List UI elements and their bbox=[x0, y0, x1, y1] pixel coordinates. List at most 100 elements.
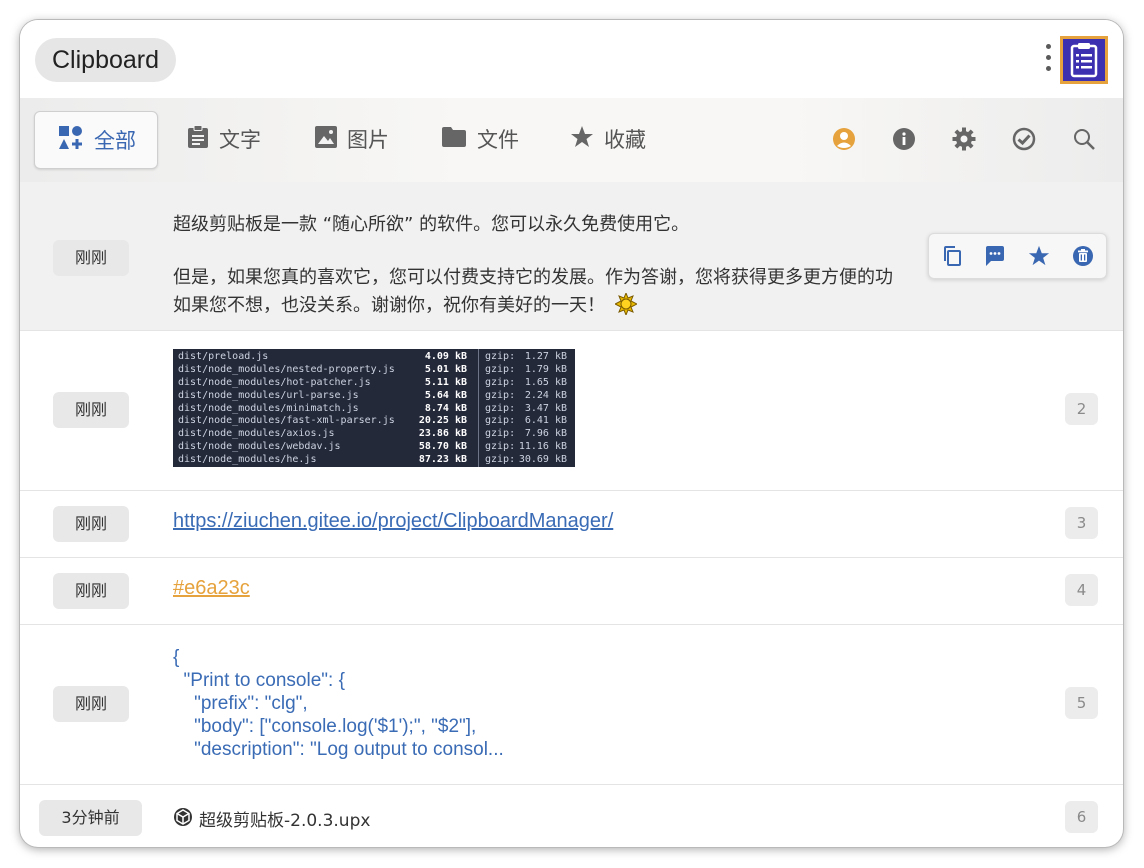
list-item[interactable]: 刚刚 #e6a23c 4 bbox=[20, 557, 1123, 625]
terminal-path: dist/node_modules/fast-xml-parser.js bbox=[178, 415, 395, 427]
tab-label: 文件 bbox=[477, 128, 519, 152]
tab-label: 图片 bbox=[347, 128, 389, 152]
terminal-gzip: gzip: bbox=[485, 441, 516, 453]
tab-all[interactable]: 全部 bbox=[34, 111, 158, 169]
upx-package-icon bbox=[173, 807, 193, 831]
terminal-size: 5.64 kB bbox=[424, 389, 467, 401]
index-badge: 6 bbox=[1065, 801, 1098, 833]
terminal-gsize: 1.65 kB bbox=[524, 376, 567, 388]
list-item[interactable]: 刚刚 https://ziuchen.gitee.io/project/Clip… bbox=[20, 490, 1123, 558]
terminal-gsize: 3.47 kB bbox=[524, 402, 567, 414]
more-vertical-icon[interactable] bbox=[1042, 44, 1054, 78]
index-badge: 2 bbox=[1065, 393, 1098, 425]
text-line: 但是，如果您真的喜欢它，您可以付费支持它的发展。作为答谢，您将获得更多更方便的功 bbox=[173, 267, 893, 288]
terminal-size: 87.23 kB bbox=[418, 454, 467, 466]
terminal-gsize: 7.96 kB bbox=[524, 428, 567, 440]
terminal-size: 23.86 kB bbox=[418, 428, 467, 440]
code-line: "body": ["console.log('$1');", "$2"], bbox=[173, 716, 477, 737]
terminal-line: dist/node_modules/url-parse.js 5.64 kB gzi… bbox=[173, 390, 575, 403]
list-item[interactable]: 刚刚 { "Print to console": { "prefix": "cl… bbox=[20, 624, 1123, 785]
terminal-size: 5.01 kB bbox=[424, 363, 467, 375]
index-badge: 5 bbox=[1065, 687, 1098, 719]
terminal-gsize: 1.27 kB bbox=[524, 351, 567, 362]
check-badge-icon[interactable] bbox=[1012, 127, 1036, 151]
terminal-lines: dist/preload.js 4.09 kB gzip: 1.27 kB dist/n… bbox=[173, 349, 575, 467]
terminal-line: dist/node_modules/minimatch.js 8.74 kB gzi… bbox=[173, 403, 575, 416]
user-icon[interactable] bbox=[832, 127, 856, 151]
image-icon bbox=[315, 125, 347, 153]
time-badge: 刚刚 bbox=[53, 392, 129, 428]
image-thumbnail: dist/preload.js 4.09 kB gzip: 1.27 kB dist/n… bbox=[173, 349, 575, 467]
terminal-gzip: gzip: bbox=[485, 428, 516, 440]
text-line: 超级剪贴板是一款 “随心所欲” 的软件。您可以永久免费使用它。 bbox=[173, 214, 690, 235]
terminal-size: 58.70 kB bbox=[418, 441, 467, 453]
terminal-path: dist/node_modules/minimatch.js bbox=[178, 402, 359, 414]
terminal-line: dist/node_modules/he.js 87.23 kB gzip: 30.6… bbox=[173, 454, 575, 467]
terminal-line: dist/node_modules/hot-patcher.js 5.11 kB g… bbox=[173, 377, 575, 390]
terminal-size: 4.09 kB bbox=[424, 351, 467, 362]
terminal-size: 20.25 kB bbox=[418, 415, 467, 427]
folder-icon bbox=[441, 126, 477, 153]
app-logo-icon[interactable] bbox=[1059, 35, 1109, 85]
terminal-line: dist/node_modules/webdav.js 58.70 kB gzip:… bbox=[173, 441, 575, 454]
index-badge: 4 bbox=[1065, 574, 1098, 606]
terminal-path: dist/node_modules/nested-property.js bbox=[178, 363, 395, 375]
time-badge: 刚刚 bbox=[53, 686, 129, 722]
tab-label: 文字 bbox=[219, 128, 261, 152]
tab-label: 收藏 bbox=[604, 128, 646, 152]
terminal-gzip: gzip: bbox=[485, 351, 516, 362]
terminal-gsize: 30.69 kB bbox=[518, 454, 567, 466]
terminal-path: dist/node_modules/he.js bbox=[178, 454, 317, 466]
terminal-gzip: gzip: bbox=[485, 402, 516, 414]
info-icon[interactable] bbox=[892, 127, 916, 151]
terminal-gzip: gzip: bbox=[485, 389, 516, 401]
index-badge: 3 bbox=[1065, 507, 1098, 539]
tab-label: 全部 bbox=[94, 129, 136, 153]
sun-emoji-icon bbox=[613, 291, 639, 320]
terminal-line: dist/node_modules/nested-property.js 5.01… bbox=[173, 364, 575, 377]
list-item[interactable]: 刚刚 dist/preload.js 4.09 kB gzip: 1.27 kB dis… bbox=[20, 330, 1123, 491]
terminal-gzip: gzip: bbox=[485, 415, 516, 427]
time-badge: 刚刚 bbox=[53, 240, 129, 276]
terminal-gsize: 6.41 kB bbox=[524, 415, 567, 427]
text-span: 如果您不想，也没关系。谢谢你，祝你有美好的一天！ bbox=[173, 295, 605, 316]
star-icon bbox=[570, 125, 604, 154]
code-line: "description": "Log output to consol... bbox=[173, 739, 504, 760]
terminal-gzip: gzip: bbox=[485, 454, 516, 466]
title-bar: Clipboard bbox=[20, 20, 1123, 98]
code-line: { bbox=[173, 647, 180, 668]
terminal-line: dist/node_modules/fast-xml-parser.js 20.2… bbox=[173, 415, 575, 428]
list-item[interactable]: 3分钟前 超级剪贴板-2.0.3.upx 6 bbox=[20, 784, 1123, 847]
star-icon[interactable] bbox=[1028, 245, 1050, 267]
text-line: 如果您不想，也没关系。谢谢你，祝你有美好的一天！ bbox=[173, 291, 893, 320]
tab-text[interactable]: 文字 bbox=[187, 111, 261, 167]
code-line: "prefix": "clg", bbox=[173, 693, 308, 714]
terminal-gzip: gzip: bbox=[485, 376, 516, 388]
terminal-path: dist/node_modules/axios.js bbox=[178, 428, 335, 440]
delete-icon[interactable] bbox=[1072, 245, 1094, 267]
terminal-path: dist/node_modules/webdav.js bbox=[178, 441, 341, 453]
terminal-gsize: 2.24 kB bbox=[524, 389, 567, 401]
tab-favorites[interactable]: 收藏 bbox=[570, 111, 646, 167]
terminal-gsize: 1.79 kB bbox=[524, 363, 567, 375]
tab-files[interactable]: 文件 bbox=[441, 111, 519, 167]
text-content: 超级剪贴板是一款 “随心所欲” 的软件。您可以永久免费使用它。 但是，如果您真的… bbox=[173, 210, 893, 320]
terminal-gsize: 11.16 kB bbox=[518, 441, 567, 453]
gear-icon[interactable] bbox=[952, 127, 976, 151]
app-title: Clipboard bbox=[35, 38, 177, 82]
file-name: 超级剪贴板-2.0.3.upx bbox=[199, 811, 371, 831]
search-icon[interactable] bbox=[1072, 127, 1096, 151]
terminal-path: dist/node_modules/url-parse.js bbox=[178, 389, 359, 401]
comment-icon[interactable] bbox=[984, 245, 1006, 267]
clipboard-text-icon bbox=[187, 124, 219, 154]
copy-icon[interactable] bbox=[941, 245, 963, 267]
terminal-size: 5.11 kB bbox=[424, 376, 467, 388]
url-link[interactable]: https://ziuchen.gitee.io/project/Clipboa… bbox=[173, 510, 613, 533]
file-content: 超级剪贴板-2.0.3.upx bbox=[173, 806, 370, 831]
terminal-path: dist/node_modules/hot-patcher.js bbox=[178, 376, 371, 388]
color-value-link[interactable]: #e6a23c bbox=[173, 577, 250, 600]
item-action-toolbar bbox=[928, 233, 1107, 279]
tab-images[interactable]: 图片 bbox=[315, 111, 389, 167]
terminal-line: dist/preload.js 4.09 kB gzip: 1.27 kB bbox=[173, 351, 575, 364]
all-categories-icon bbox=[58, 125, 94, 156]
